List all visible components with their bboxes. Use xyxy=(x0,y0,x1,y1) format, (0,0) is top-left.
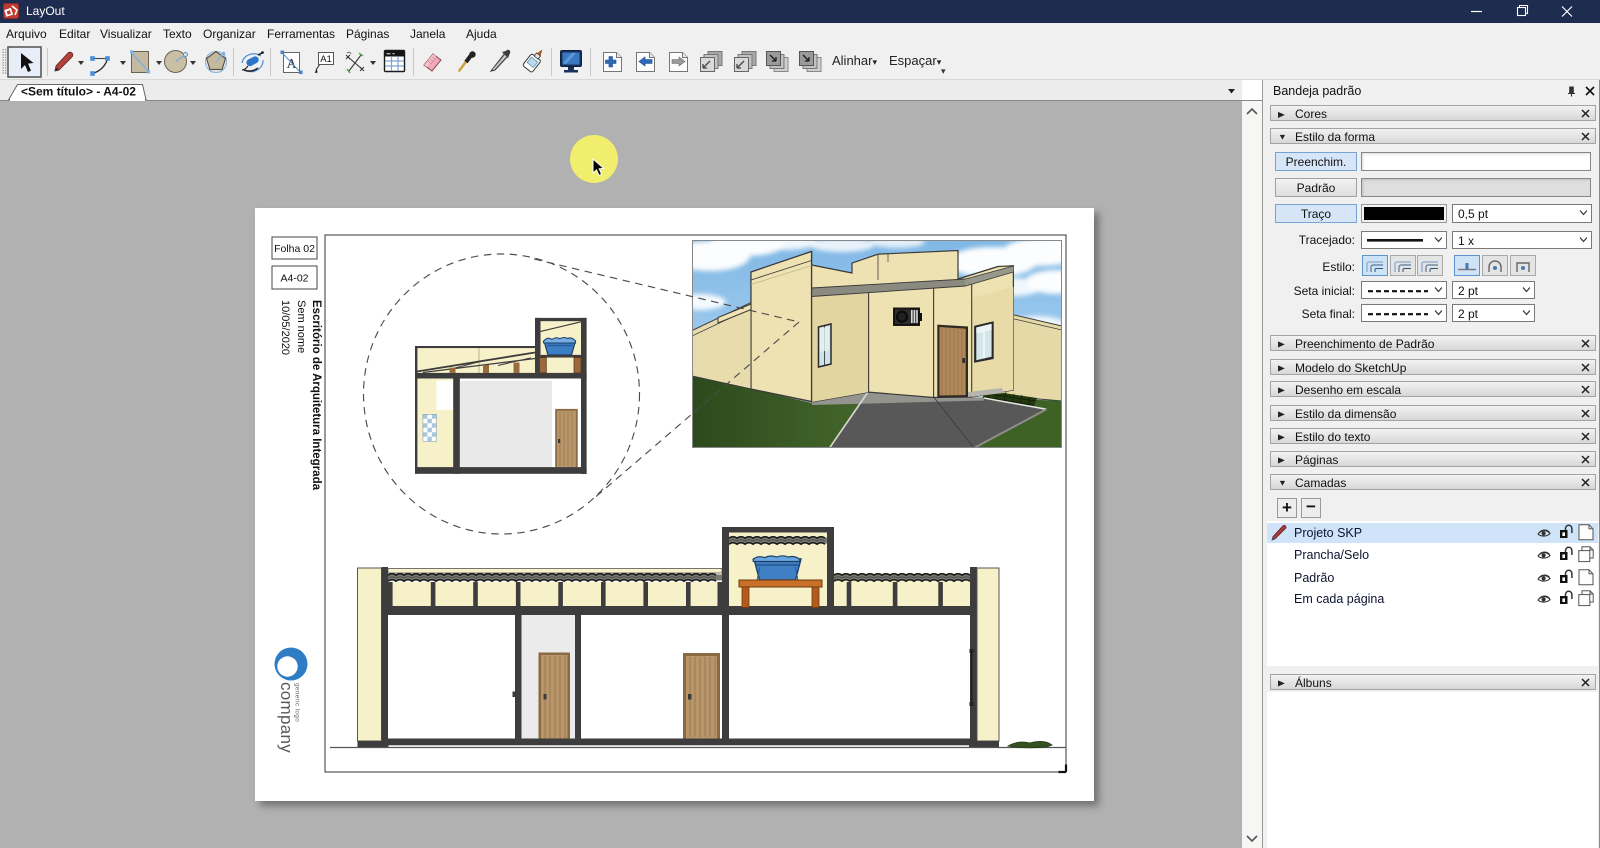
svg-text:Escritório de Arquitetura Inte: Escritório de Arquitetura Integrada xyxy=(310,300,322,491)
svg-text:<Sem título> - A4-02: <Sem título> - A4-02 xyxy=(21,85,136,99)
svg-text:company: company xyxy=(277,682,296,753)
svg-text:Folha 02: Folha 02 xyxy=(274,243,315,255)
svg-text:generic logo: generic logo xyxy=(294,683,301,722)
svg-text:Sem nome: Sem nome xyxy=(295,300,307,353)
svg-text:A4-02: A4-02 xyxy=(280,273,308,285)
svg-text:10/05/2020: 10/05/2020 xyxy=(279,300,291,355)
svg-text:A1: A1 xyxy=(320,54,332,65)
